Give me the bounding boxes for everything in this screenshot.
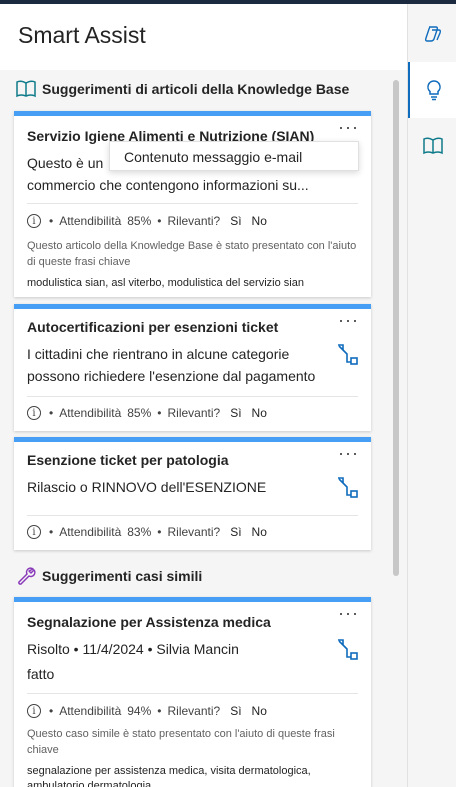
no-button[interactable]: No [252, 704, 267, 718]
description-line: Risolto • 11/4/2024 • Silvia Mancin [27, 641, 239, 657]
more-options-button[interactable]: ··· [338, 444, 359, 462]
card-title[interactable]: Autocertificazioni per esenzioni ticket [27, 319, 278, 335]
card-title[interactable]: Esenzione ticket per patologia [27, 452, 229, 468]
reliability-label: Attendibilità [59, 704, 122, 718]
description-line: commercio che contengono informazioni su… [27, 177, 309, 193]
bullet: • [49, 525, 54, 539]
right-rail [407, 4, 456, 787]
reliability-label: Attendibilità [59, 406, 122, 420]
info-icon[interactable]: i [27, 704, 41, 718]
copilot-icon [424, 26, 441, 42]
kb-article-card[interactable]: Esenzione ticket per patologia ··· Rilas… [14, 437, 371, 550]
yes-button[interactable]: Sì [230, 704, 241, 718]
card-description: Risolto • 11/4/2024 • Silvia Mancin fatt… [27, 638, 239, 685]
description-line: I cittadini che rientrano in alcune cate… [27, 346, 290, 362]
bullet: • [49, 214, 54, 228]
reliability-value: 83% [127, 525, 152, 539]
reliability-value: 85% [127, 214, 152, 228]
bullet: • [157, 704, 162, 718]
relevant-label: Rilevanti? [167, 214, 221, 228]
book-icon [16, 80, 36, 98]
more-options-button[interactable]: ··· [338, 604, 359, 622]
keyphrases: segnalazione per assistenza medica, visi… [27, 765, 311, 787]
pane-header: Smart Assist [0, 4, 407, 70]
info-icon[interactable]: i [27, 214, 41, 228]
description-line: Rilascio o RINNOVO dell'ESENZIONE [27, 479, 267, 495]
lightbulb-icon [426, 80, 441, 101]
kb-article-card[interactable]: Servizio Igiene Alimenti e Nutrizione (S… [14, 111, 371, 297]
kb-article-card[interactable]: Autocertificazioni per esenzioni ticket … [14, 304, 371, 431]
card-description: Rilascio o RINNOVO dell'ESENZIONE [27, 476, 266, 498]
link-article-icon[interactable] [335, 342, 359, 366]
bullet: • [49, 704, 54, 718]
divider [27, 396, 358, 397]
cases-section-header: Suggerimenti casi simili [16, 566, 202, 586]
scrollbar-thumb[interactable] [393, 80, 399, 576]
smart-assist-pane: Smart Assist Suggerimenti di articoli de… [0, 4, 407, 787]
description-line: fatto [27, 666, 55, 682]
bullet: • [157, 214, 162, 228]
card-meta: i • Attendibilità 83% • Rilevanti? Sì No [27, 525, 267, 539]
bullet: • [157, 525, 162, 539]
reliability-label: Attendibilità [59, 525, 122, 539]
keyphrase-note: Questo articolo della Knowledge Base è s… [27, 240, 357, 268]
no-button[interactable]: No [252, 406, 267, 420]
tooltip: Contenuto messaggio e-mail [109, 141, 359, 171]
info-icon[interactable]: i [27, 525, 41, 539]
kb-section-header: Suggerimenti di articoli della Knowledge… [16, 80, 349, 98]
reliability-value: 85% [127, 406, 152, 420]
description-line: possono richiedere l'esenzione dal pagam… [27, 368, 316, 384]
keyphrases: modulistica sian, asl viterbo, modulisti… [27, 277, 304, 289]
card-meta: i • Attendibilità 85% • Rilevanti? Sì No [27, 406, 267, 420]
card-meta: i • Attendibilità 85% • Rilevanti? Sì No [27, 214, 267, 228]
no-button[interactable]: No [252, 525, 267, 539]
relevant-label: Rilevanti? [167, 406, 221, 420]
bullet: • [49, 406, 54, 420]
divider [27, 515, 358, 516]
kb-section-title: Suggerimenti di articoli della Knowledge… [42, 81, 350, 97]
keyphrase-note: Questo caso simile è stato presentato co… [27, 728, 335, 756]
relevant-label: Rilevanti? [167, 525, 221, 539]
info-icon[interactable]: i [27, 406, 41, 420]
rail-knowledge-button[interactable] [408, 118, 456, 174]
card-title[interactable]: Segnalazione per Assistenza medica [27, 614, 271, 630]
link-case-icon[interactable] [335, 637, 359, 661]
book-icon [422, 137, 443, 155]
yes-button[interactable]: Sì [230, 214, 241, 228]
card-meta: i • Attendibilità 94% • Rilevanti? Sì No [27, 704, 267, 718]
divider [27, 693, 358, 694]
yes-button[interactable]: Sì [230, 525, 241, 539]
cases-section-title: Suggerimenti casi simili [42, 568, 203, 584]
yes-button[interactable]: Sì [230, 406, 241, 420]
more-options-button[interactable]: ··· [338, 311, 359, 329]
relevant-label: Rilevanti? [167, 704, 221, 718]
rail-smart-assist-button[interactable] [408, 62, 456, 118]
divider [27, 203, 358, 204]
card-description: I cittadini che rientrano in alcune cate… [27, 343, 315, 387]
more-options-button[interactable]: ··· [338, 118, 359, 136]
no-button[interactable]: No [252, 214, 267, 228]
reliability-label: Attendibilità [59, 214, 122, 228]
similar-case-card[interactable]: Segnalazione per Assistenza medica ··· R… [14, 597, 371, 787]
bullet: • [157, 406, 162, 420]
link-article-icon[interactable] [335, 475, 359, 499]
rail-copilot-button[interactable] [408, 6, 456, 62]
pane-title: Smart Assist [18, 22, 146, 48]
wrench-icon [18, 567, 36, 585]
reliability-value: 94% [127, 704, 152, 718]
